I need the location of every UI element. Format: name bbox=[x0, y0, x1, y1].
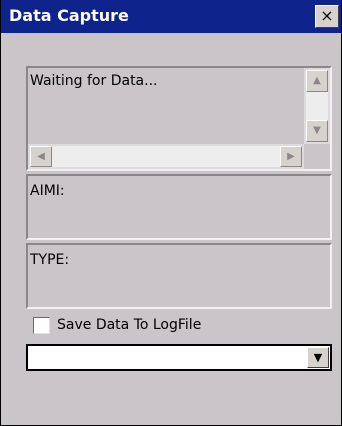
title-bar: Data Capture × bbox=[1, 0, 341, 33]
data-capture-window: Data Capture × Waiting for Data... ▲ ▼ ◀… bbox=[0, 0, 342, 426]
horizontal-scroll-track[interactable] bbox=[52, 146, 280, 167]
save-logfile-checkbox[interactable] bbox=[33, 317, 50, 334]
data-output-text: Waiting for Data... bbox=[30, 73, 158, 89]
data-output-box[interactable]: Waiting for Data... ▲ ▼ ◀ ▶ bbox=[26, 66, 332, 171]
scroll-right-button[interactable]: ▶ bbox=[280, 146, 302, 167]
scroll-left-icon: ◀ bbox=[37, 151, 45, 162]
scrollbar-corner bbox=[304, 144, 330, 169]
scroll-left-button[interactable]: ◀ bbox=[30, 146, 52, 167]
aimi-label: AIMI: bbox=[30, 183, 65, 199]
close-icon: × bbox=[320, 6, 334, 25]
scroll-up-button[interactable]: ▲ bbox=[306, 70, 328, 92]
type-field[interactable]: TYPE: bbox=[26, 243, 332, 309]
window-title: Data Capture bbox=[9, 6, 129, 25]
save-logfile-label[interactable]: Save Data To LogFile bbox=[57, 317, 201, 333]
scroll-down-button[interactable]: ▼ bbox=[306, 120, 328, 142]
scroll-down-icon: ▼ bbox=[313, 125, 321, 136]
horizontal-scrollbar[interactable]: ◀ ▶ bbox=[28, 144, 304, 169]
scroll-up-icon: ▲ bbox=[313, 75, 321, 86]
vertical-scroll-track[interactable] bbox=[306, 92, 328, 120]
dropdown-button[interactable]: ▼ bbox=[307, 347, 329, 368]
aimi-field[interactable]: AIMI: bbox=[26, 174, 332, 240]
close-button[interactable]: × bbox=[315, 5, 339, 28]
chevron-down-icon: ▼ bbox=[313, 351, 323, 364]
scroll-right-icon: ▶ bbox=[287, 151, 295, 162]
vertical-scrollbar[interactable]: ▲ ▼ bbox=[304, 68, 330, 144]
output-select[interactable]: ▼ bbox=[26, 344, 332, 371]
type-label: TYPE: bbox=[30, 252, 70, 268]
